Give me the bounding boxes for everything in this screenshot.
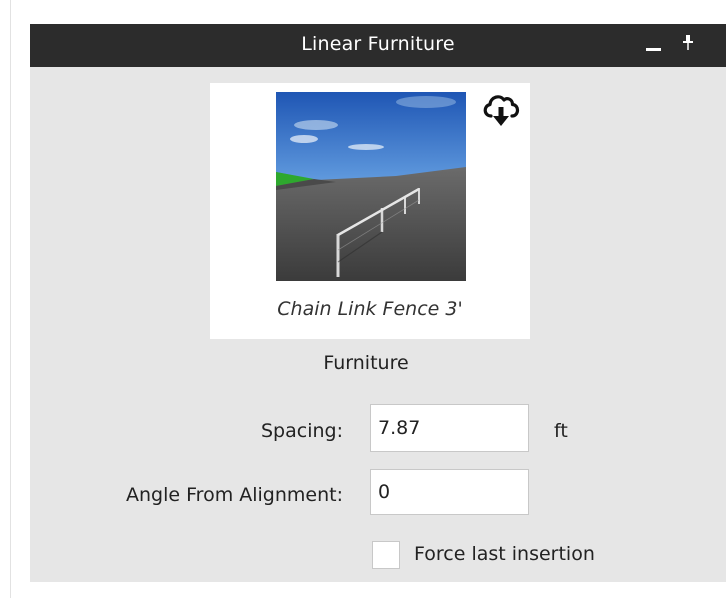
spacing-input[interactable] [370, 404, 529, 452]
linear-furniture-panel: Linear Furniture Chain Link Fence 3' Fur… [30, 24, 726, 582]
force-last-insertion-checkbox[interactable] [372, 541, 400, 569]
minimize-icon[interactable] [646, 48, 661, 51]
fence-thumbnail[interactable] [276, 92, 466, 281]
spacing-unit: ft [554, 420, 568, 442]
angle-from-alignment-label: Angle From Alignment: [126, 484, 343, 506]
angle-from-alignment-input[interactable] [370, 469, 529, 515]
furniture-item-name: Chain Link Fence 3' [277, 298, 463, 320]
force-last-insertion-label[interactable]: Force last insertion [414, 543, 595, 565]
pin-icon[interactable] [682, 35, 694, 51]
page-background: Linear Furniture Chain Link Fence 3' Fur… [0, 0, 726, 598]
furniture-item-card[interactable]: Chain Link Fence 3' [210, 83, 530, 339]
panel-title: Linear Furniture [301, 33, 455, 55]
panel-titlebar: Linear Furniture [30, 24, 726, 67]
spacing-label: Spacing: [261, 420, 343, 442]
window-edge [10, 0, 11, 598]
cloud-download-icon[interactable] [481, 89, 521, 129]
category-label: Furniture [323, 352, 409, 374]
